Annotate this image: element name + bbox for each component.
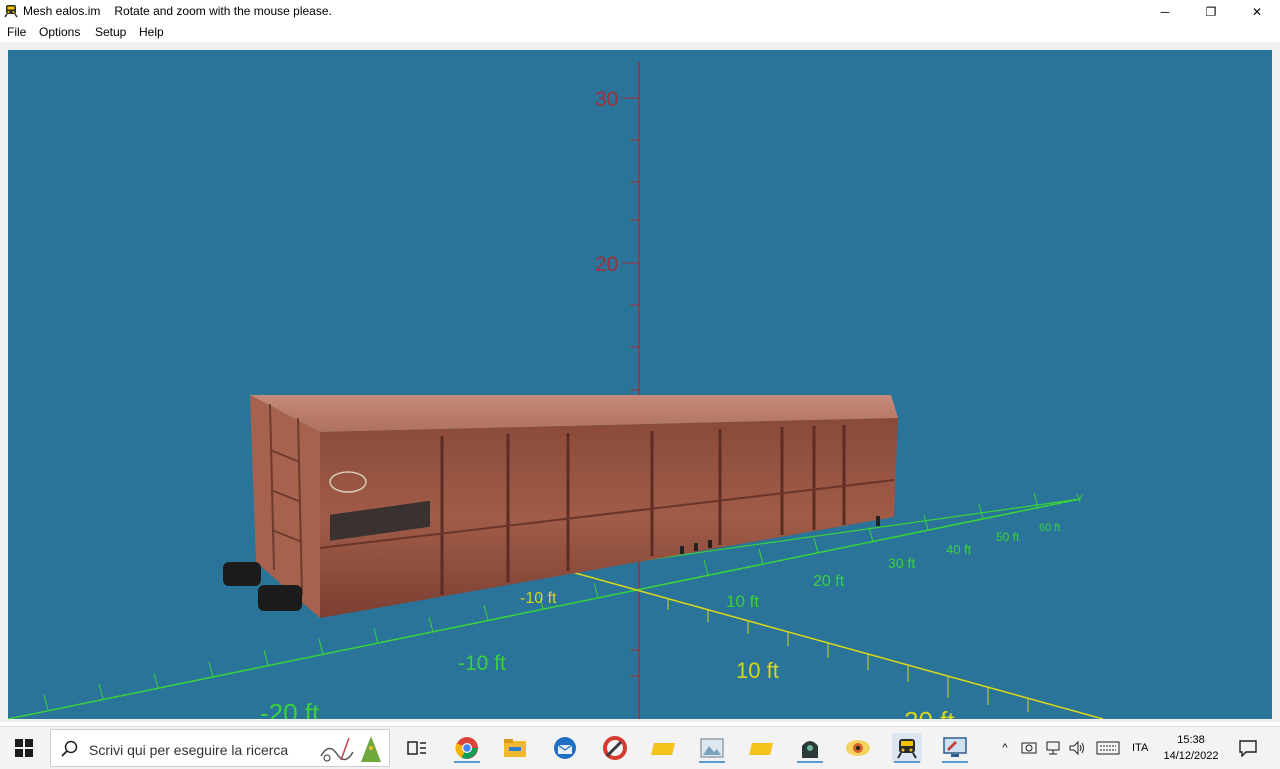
3d-viewport[interactable]: 30 20 Y -20 ft -10 ft 10 ft 20 ft 30 ft … — [8, 50, 1272, 719]
green-axis-label-minus-20: -20 ft — [260, 698, 320, 719]
restore-button[interactable]: ❐ — [1188, 0, 1234, 23]
menu-file[interactable]: File — [7, 25, 26, 39]
green-axis-label-30: 30 ft — [888, 555, 915, 571]
green-axis-label-20: 20 ft — [813, 573, 845, 590]
taskbar-train-editor-active[interactable] — [892, 733, 922, 763]
folder-yellow-2-icon — [749, 743, 773, 755]
train-dark-running-indicator — [797, 761, 823, 763]
taskbar: Scrivi qui per eseguire la ricerca ^ ITA… — [0, 726, 1280, 769]
train-dark-icon — [802, 741, 818, 758]
taskbar-eye-app[interactable] — [843, 733, 873, 763]
window-title: Mesh ealos.im Rotate and zoom with the mo… — [23, 4, 332, 18]
tray-date: 14/12/2022 — [1163, 750, 1219, 762]
taskbar-folder-yellow-2[interactable] — [746, 733, 776, 763]
close-button[interactable]: ✕ — [1234, 0, 1280, 23]
tray-update-icon[interactable] — [1020, 740, 1038, 756]
taskbar-ccleaner[interactable] — [600, 733, 630, 763]
green-axis-label-50: 50 ft — [996, 530, 1020, 544]
window-title-text: Mesh ealos.im — [23, 4, 101, 18]
wagon-model — [223, 395, 898, 618]
vertical-axis — [622, 62, 640, 719]
train-app-icon — [4, 5, 18, 18]
menu-options[interactable]: Options — [39, 25, 80, 39]
yellow-axis-label-20: 20 ft — [904, 706, 955, 719]
image-viewer-running-indicator — [699, 761, 725, 763]
taskbar-thunderbird[interactable] — [550, 733, 580, 763]
train-editor-running-indicator — [894, 761, 920, 763]
tray-language[interactable]: ITA — [1132, 742, 1148, 754]
start-button[interactable] — [0, 727, 48, 769]
monitor-app-running-indicator — [942, 761, 968, 763]
yellow-axis-label-10: 10 ft — [736, 658, 779, 683]
menu-setup[interactable]: Setup — [95, 25, 126, 39]
green-axis-label-minus-10: -10 ft — [458, 652, 506, 675]
monitor-app-icon — [943, 737, 967, 757]
tray-chevron-up-icon[interactable]: ^ — [996, 742, 1014, 754]
yellow-axis — [567, 570, 1104, 719]
windows-logo-icon — [15, 739, 33, 757]
tray-time: 15:38 — [1177, 734, 1205, 746]
search-icon — [61, 740, 78, 757]
taskbar-train-dark[interactable] — [795, 733, 825, 763]
task-view-icon — [407, 741, 426, 755]
minimize-icon: ─ — [1160, 4, 1170, 19]
green-axis-label-10: 10 ft — [726, 592, 759, 611]
chrome-icon — [455, 737, 478, 759]
tray-keyboard-icon[interactable] — [1096, 741, 1120, 755]
eye-app-icon — [846, 740, 870, 756]
folder-yellow-icon — [651, 743, 675, 755]
green-axis-label-60: 60 ft — [1039, 522, 1060, 534]
search-highlight-icon — [320, 736, 381, 762]
image-viewer-icon — [700, 738, 724, 758]
menu-bar: File Options Setup Help — [0, 23, 1280, 42]
taskbar-file-explorer[interactable] — [500, 733, 530, 763]
notifications-icon[interactable] — [1238, 739, 1258, 757]
scene-svg: 30 20 Y -20 ft -10 ft 10 ft 20 ft 30 ft … — [8, 62, 1104, 719]
taskbar-monitor-app[interactable] — [940, 733, 970, 763]
vertical-axis-label-20: 20 — [595, 253, 618, 276]
wagon-end — [250, 395, 320, 618]
thunderbird-icon — [554, 737, 576, 759]
search-placeholder: Scrivi qui per eseguire la ricerca — [89, 742, 289, 758]
green-axis-name: Y — [1076, 493, 1084, 505]
taskbar-chrome[interactable] — [452, 733, 482, 763]
green-axis-label-40: 40 ft — [946, 542, 972, 557]
ccleaner-icon — [603, 736, 627, 760]
tray-volume-icon[interactable] — [1068, 740, 1086, 756]
chrome-running-indicator — [454, 761, 480, 763]
train-editor-icon — [897, 739, 917, 759]
system-tray: ^ ITA — [996, 727, 1148, 769]
tray-clock[interactable]: 15:38 14/12/2022 — [1158, 732, 1224, 764]
tray-network-icon[interactable] — [1044, 740, 1062, 756]
task-view-button[interactable] — [402, 733, 432, 763]
taskbar-folder-yellow[interactable] — [648, 733, 678, 763]
window-title-message: Rotate and zoom with the mouse please. — [114, 4, 332, 18]
close-icon: ✕ — [1251, 4, 1263, 19]
yellow-axis-label-minus-10: -10 ft — [520, 590, 557, 607]
search-box[interactable]: Scrivi qui per eseguire la ricerca — [50, 729, 390, 767]
taskbar-image-viewer[interactable] — [697, 733, 727, 763]
vertical-axis-label-30: 30 — [595, 88, 618, 111]
minimize-button[interactable]: ─ — [1142, 0, 1188, 23]
file-explorer-icon — [504, 739, 526, 757]
title-bar: Mesh ealos.im Rotate and zoom with the mo… — [0, 0, 1280, 23]
menu-help[interactable]: Help — [139, 25, 164, 39]
restore-icon: ❐ — [1205, 4, 1217, 19]
